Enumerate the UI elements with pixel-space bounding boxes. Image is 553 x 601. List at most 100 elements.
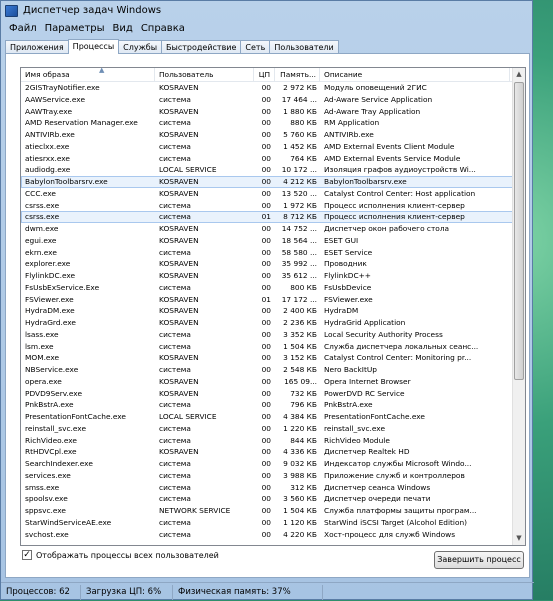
process-name: explorer.exe: [25, 259, 71, 269]
table-row[interactable]: CCC.exe KOSRAVEN 00 13 520 ... Catalyst Cont…: [21, 188, 525, 200]
menu-view[interactable]: Вид: [109, 23, 137, 34]
tab-users[interactable]: Пользователи: [269, 40, 339, 54]
table-row[interactable]: smss.exe система 00 312 КБ Диспетчер сеанса …: [21, 482, 525, 494]
table-row[interactable]: reinstall_svc.exe система 00 1 220 КБ reinst…: [21, 423, 525, 435]
table-row[interactable]: audiodg.exe LOCAL SERVICE 00 10 172 ... Изол…: [21, 164, 525, 176]
process-description: BabylonToolbarsrv.exe: [324, 177, 407, 186]
scroll-thumb[interactable]: [514, 82, 524, 380]
process-cpu: 00: [261, 165, 271, 175]
column-description[interactable]: Описание: [320, 68, 510, 82]
process-cpu: 00: [261, 459, 271, 468]
table-row[interactable]: ekrn.exe система 00 58 580 ... ESET Service: [21, 247, 525, 259]
process-description: ANTIVIRb.exe: [324, 130, 374, 139]
table-row[interactable]: NBService.exe система 00 2 548 КБ Nero BackI…: [21, 364, 525, 376]
process-cpu: 01: [261, 212, 271, 222]
process-cpu: 00: [261, 388, 271, 398]
process-description: Приложение служб и контроллеров: [324, 470, 465, 480]
table-row[interactable]: 2GISTrayNotifier.exe KOSRAVEN 00 2 972 КБ Мо…: [21, 82, 525, 94]
process-user: система: [159, 341, 191, 351]
tab-services[interactable]: Службы: [118, 40, 163, 54]
end-process-button[interactable]: Завершить процесс: [434, 551, 524, 569]
status-bar: Процессов: 62 Загрузка ЦП: 6% Физическая…: [1, 582, 534, 601]
column-user[interactable]: Пользователь: [155, 68, 254, 82]
process-name: RichVideo.exe: [25, 435, 77, 445]
table-row[interactable]: FlylinkDC.exe KOSRAVEN 00 35 612 ... Flylink…: [21, 270, 525, 282]
table-row[interactable]: BabylonToolbarsrv.exe KOSRAVEN 00 4 212 КБ B…: [21, 176, 525, 188]
table-row[interactable]: svchost.exe система 00 4 220 КБ Хост-процесс…: [21, 529, 525, 541]
scroll-down-arrow-icon[interactable]: ▼: [513, 532, 525, 545]
process-user: KOSRAVEN: [159, 447, 199, 457]
process-user: KOSRAVEN: [159, 271, 199, 280]
table-row[interactable]: ANTIVIRb.exe KOSRAVEN 00 5 760 КБ ANTIVIRb.e…: [21, 129, 525, 141]
table-row[interactable]: AAWTray.exe KOSRAVEN 00 1 880 КБ Ad-Aware Tr…: [21, 106, 525, 118]
process-description: FsUsbDevice: [324, 282, 372, 292]
process-name: MOM.exe: [25, 353, 60, 363]
show-all-checkbox[interactable]: ✓: [22, 550, 32, 560]
process-memory: 1 452 КБ: [283, 141, 317, 151]
table-row[interactable]: HydraDM.exe KOSRAVEN 00 2 400 КБ HydraDM: [21, 305, 525, 317]
process-cpu: 00: [261, 318, 271, 327]
table-row[interactable]: explorer.exe KOSRAVEN 00 35 992 ... Проводни…: [21, 258, 525, 270]
table-row[interactable]: AAWService.exe система 00 17 464 ... Ad-Awar…: [21, 94, 525, 106]
process-description: HydraGrid Application: [324, 318, 406, 327]
table-row[interactable]: StarWindServiceAE.exe система 00 1 120 КБ St…: [21, 517, 525, 529]
table-row[interactable]: MOM.exe KOSRAVEN 00 3 152 КБ Catalyst Contro…: [21, 352, 525, 364]
table-row[interactable]: HydraGrd.exe KOSRAVEN 00 2 236 КБ HydraGrid …: [21, 317, 525, 329]
column-cpu[interactable]: ЦП: [254, 68, 275, 82]
table-row[interactable]: csrss.exe система 00 1 972 КБ Процесс исполн…: [21, 200, 525, 212]
process-memory: 35 612 ...: [281, 271, 317, 280]
status-process-count: Процессов: 62: [1, 584, 81, 600]
table-row[interactable]: PDVD9Serv.exe KOSRAVEN 00 732 КБ PowerDVD RC…: [21, 388, 525, 400]
table-row[interactable]: PnkBstrA.exe система 00 796 КБ PnkBstrA.exe: [21, 399, 525, 411]
table-row[interactable]: FSViewer.exe KOSRAVEN 01 17 172 ... FSViewer…: [21, 294, 525, 306]
table-row[interactable]: sppsvc.exe NETWORK SERVICE 00 1 504 КБ Служб…: [21, 505, 525, 517]
table-row[interactable]: spoolsv.exe система 00 3 560 КБ Диспетчер оч…: [21, 493, 525, 505]
process-memory: 14 752 ...: [281, 224, 317, 233]
process-description: Модуль оповещений 2ГИС: [324, 83, 427, 92]
tab-performance[interactable]: Быстродействие: [161, 40, 242, 54]
process-name: BabylonToolbarsrv.exe: [25, 177, 108, 186]
table-row[interactable]: egui.exe KOSRAVEN 00 18 564 ... ESET GUI: [21, 235, 525, 247]
process-user: система: [159, 494, 191, 504]
tab-processes[interactable]: Процессы: [67, 39, 120, 54]
table-row[interactable]: atiesrxx.exe система 00 764 КБ AMD External …: [21, 153, 525, 165]
table-row[interactable]: lsass.exe система 00 3 352 КБ Local Security…: [21, 329, 525, 341]
show-all-processes-option[interactable]: ✓ Отображать процессы всех пользователей: [22, 550, 219, 560]
process-name: AAWTray.exe: [25, 106, 72, 116]
process-memory: 732 КБ: [290, 388, 317, 398]
process-cpu: 00: [261, 177, 271, 186]
process-cpu: 00: [261, 153, 271, 163]
table-row[interactable]: lsm.exe система 00 1 504 КБ Служба диспетчер…: [21, 341, 525, 353]
process-name: SearchIndexer.exe: [25, 459, 93, 468]
process-list: ▲ Имя образа Пользователь ЦП Память... О…: [20, 67, 526, 546]
process-memory: 800 КБ: [290, 282, 317, 292]
table-row[interactable]: AMD Reservation Manager.exe система 00 880 …: [21, 117, 525, 129]
process-cpu: 00: [261, 376, 271, 386]
table-row[interactable]: RichVideo.exe система 00 844 КБ RichVideo Mo…: [21, 435, 525, 447]
column-image-name[interactable]: Имя образа: [21, 68, 155, 82]
process-description: Процесс исполнения клиент-сервер: [324, 200, 465, 210]
table-row[interactable]: FsUsbExService.Exe система 00 800 КБ FsUsbDe…: [21, 282, 525, 294]
menu-help[interactable]: Справка: [137, 23, 189, 34]
menu-file[interactable]: Файл: [5, 23, 41, 34]
table-row[interactable]: SearchIndexer.exe система 00 9 032 КБ Индекс…: [21, 458, 525, 470]
process-description: Catalyst Control Center: Monitoring pr..…: [324, 353, 472, 363]
table-row[interactable]: PresentationFontCache.exe LOCAL SERVICE 00…: [21, 411, 525, 423]
table-row[interactable]: RtHDVCpl.exe KOSRAVEN 00 4 336 КБ Диспетчер …: [21, 446, 525, 458]
process-cpu: 00: [261, 329, 271, 339]
table-row[interactable]: dwm.exe KOSRAVEN 00 14 752 ... Диспетчер око…: [21, 223, 525, 235]
table-row[interactable]: services.exe система 00 3 988 КБ Приложение …: [21, 470, 525, 482]
tab-network[interactable]: Сеть: [240, 40, 271, 54]
process-cpu: 00: [261, 529, 271, 539]
tab-applications[interactable]: Приложения: [5, 40, 69, 54]
table-row[interactable]: opera.exe KOSRAVEN 00 165 09... Opera Intern…: [21, 376, 525, 388]
column-memory[interactable]: Память...: [275, 68, 320, 82]
process-name: ekrn.exe: [25, 247, 57, 257]
process-description: PowerDVD RC Service: [324, 388, 405, 398]
table-row[interactable]: csrss.exe система 01 8 712 КБ Процесс исполн…: [21, 211, 525, 223]
vertical-scrollbar[interactable]: ▲ ▼: [512, 68, 525, 545]
status-physical-memory: Физическая память: 37%: [173, 584, 323, 600]
table-row[interactable]: atieclxx.exe система 00 1 452 КБ AMD Externa…: [21, 141, 525, 153]
menu-options[interactable]: Параметры: [41, 23, 109, 34]
scroll-up-arrow-icon[interactable]: ▲: [513, 68, 525, 81]
